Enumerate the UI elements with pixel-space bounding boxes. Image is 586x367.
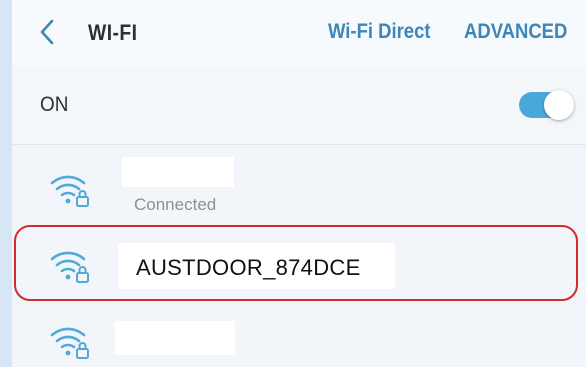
wifi-toggle-row[interactable]: ON: [12, 66, 586, 145]
wifi-secured-icon: [50, 327, 89, 359]
advanced-button[interactable]: ADVANCED: [464, 20, 567, 44]
chevron-left-icon: [40, 19, 54, 45]
network-item-austdoor[interactable]: AUSTDOOR_874DCE: [12, 225, 586, 307]
app-header: WI-FI Wi-Fi Direct ADVANCED: [12, 0, 586, 67]
network-item-connected[interactable]: Connected: [12, 145, 586, 225]
wifi-secured-icon: [50, 251, 89, 283]
wifi-state-label: ON: [40, 93, 69, 116]
back-button[interactable]: [34, 16, 64, 48]
wifi-secured-icon: [50, 175, 89, 207]
network-status: Connected: [134, 195, 217, 214]
network-name: AUSTDOOR_874DCE: [136, 255, 361, 280]
network-name-redacted: [115, 321, 235, 355]
network-name-redacted: [122, 157, 234, 187]
wifi-direct-button[interactable]: Wi-Fi Direct: [328, 20, 431, 44]
wifi-settings-screen: WI-FI Wi-Fi Direct ADVANCED ON Connected: [12, 0, 586, 367]
page-title: WI-FI: [88, 20, 138, 45]
wifi-toggle-switch[interactable]: [519, 90, 574, 120]
toggle-knob: [544, 90, 574, 120]
network-item-3[interactable]: [12, 307, 586, 367]
